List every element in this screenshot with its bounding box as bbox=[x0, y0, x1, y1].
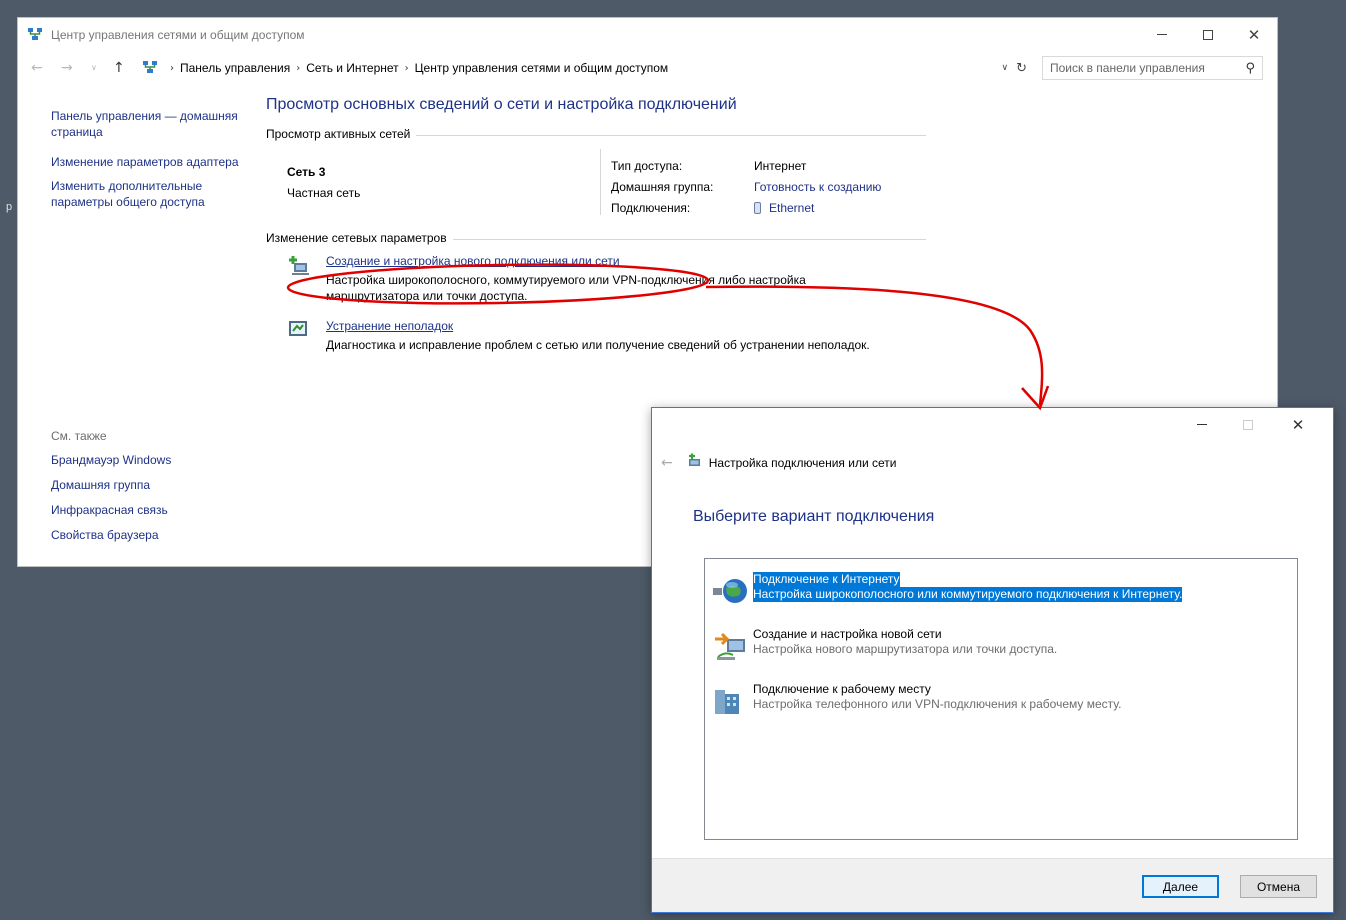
see-also-homegroup-link[interactable]: Домашняя группа bbox=[51, 478, 171, 493]
connections-label: Подключения: bbox=[611, 200, 691, 215]
network-name: Сеть 3 bbox=[287, 165, 326, 179]
wizard-back-arrow-icon[interactable]: ← bbox=[661, 455, 673, 471]
connection-options-list: Подключение к Интернету Настройка широко… bbox=[704, 558, 1298, 840]
wizard-minimize-button[interactable] bbox=[1179, 408, 1225, 441]
wizard-maximize-button bbox=[1225, 408, 1271, 441]
new-network-icon bbox=[713, 631, 749, 666]
ethernet-link-label: Ethernet bbox=[769, 200, 815, 215]
search-icon[interactable]: ⚲ bbox=[1245, 61, 1255, 76]
page-title: Просмотр основных сведений о сети и наст… bbox=[266, 96, 737, 113]
homegroup-link[interactable]: Готовность к созданию bbox=[754, 180, 881, 194]
new-connection-description: Настройка широкополосного, коммутируемог… bbox=[326, 273, 806, 303]
network-divider bbox=[600, 149, 601, 215]
wizard-title: Настройка подключения или сети bbox=[708, 455, 897, 470]
network-properties: Тип доступа: Интернет Домашняя группа: Г… bbox=[611, 155, 881, 218]
option-internet-description: Настройка широкополосного или коммутируе… bbox=[753, 587, 1183, 602]
option-internet-text: Подключение к Интернету Настройка широко… bbox=[753, 572, 1183, 602]
change-settings-header: Изменение сетевых параметров bbox=[266, 231, 447, 245]
task-troubleshoot: Устранение неполадок Диагностика и испра… bbox=[266, 319, 926, 353]
troubleshoot-icon bbox=[288, 319, 308, 342]
search-box: ⚲ bbox=[1042, 56, 1263, 80]
see-also-firewall-link[interactable]: Брандмауэр Windows bbox=[51, 453, 171, 468]
new-connection-link[interactable]: Создание и настройка нового подключения … bbox=[326, 254, 926, 269]
group-divider bbox=[452, 238, 926, 240]
window-title: Центр управления сетями и общим доступом bbox=[51, 28, 305, 42]
control-panel-icon bbox=[142, 59, 158, 78]
ethernet-plug-icon bbox=[754, 201, 761, 214]
minimize-button[interactable] bbox=[1139, 18, 1185, 51]
breadcrumb-separator-icon: › bbox=[296, 62, 301, 74]
task-new-connection: Создание и настройка нового подключения … bbox=[266, 254, 926, 304]
sidebar-link-home[interactable]: Панель управления — домашняя страница bbox=[51, 108, 241, 140]
breadcrumb-control-panel[interactable]: Панель управления bbox=[180, 61, 290, 75]
search-input[interactable] bbox=[1050, 61, 1230, 75]
workplace-building-icon bbox=[713, 686, 749, 721]
desktop-stray-glyph: р bbox=[6, 201, 13, 213]
troubleshoot-link[interactable]: Устранение неполадок bbox=[326, 319, 926, 334]
option-workplace-title: Подключение к рабочему месту bbox=[753, 682, 931, 696]
access-type-value: Интернет bbox=[754, 158, 807, 173]
option-workplace-description: Настройка телефонного или VPN-подключени… bbox=[753, 697, 1122, 711]
breadcrumb-network-center[interactable]: Центр управления сетями и общим доступом bbox=[415, 61, 669, 75]
close-button[interactable]: ✕ bbox=[1231, 18, 1277, 51]
address-field[interactable]: › Панель управления › Сеть и Интернет › … bbox=[138, 56, 1034, 80]
group-divider bbox=[416, 134, 926, 136]
active-networks-header: Просмотр активных сетей bbox=[266, 127, 411, 141]
access-type-label: Тип доступа: bbox=[611, 158, 683, 173]
wizard-footer: Далее Отмена bbox=[652, 858, 1333, 912]
address-dropdown-icon[interactable]: ∨ bbox=[1002, 63, 1009, 73]
sidebar-link-sharing-settings[interactable]: Изменить дополнительные параметры общего… bbox=[51, 178, 241, 210]
next-button[interactable]: Далее bbox=[1142, 875, 1219, 898]
wizard-heading: Выберите вариант подключения bbox=[693, 508, 935, 525]
network-type-link[interactable]: Частная сеть bbox=[287, 186, 360, 200]
see-also-browser-properties-link[interactable]: Свойства браузера bbox=[51, 528, 171, 543]
wizard-close-button[interactable]: ✕ bbox=[1275, 408, 1321, 441]
new-connection-icon bbox=[288, 254, 310, 279]
see-also-infrared-link[interactable]: Инфракрасная связь bbox=[51, 503, 171, 518]
option-new-network-text: Создание и настройка новой сети Настройк… bbox=[753, 627, 1057, 657]
title-bar: Центр управления сетями и общим доступом… bbox=[18, 18, 1277, 51]
maximize-button[interactable] bbox=[1185, 18, 1231, 51]
connection-wizard-window: ✕ ← Настройка подключения или сети Выбер… bbox=[651, 407, 1334, 913]
option-workplace-text: Подключение к рабочему месту Настройка т… bbox=[753, 682, 1121, 712]
sidebar: Панель управления — домашняя страница Из… bbox=[51, 108, 241, 210]
sidebar-link-adapter-settings[interactable]: Изменение параметров адаптера bbox=[51, 154, 241, 170]
network-center-icon bbox=[27, 26, 43, 45]
breadcrumb-separator-icon: › bbox=[404, 62, 409, 74]
see-also-header: См. также bbox=[51, 429, 107, 443]
cancel-button[interactable]: Отмена bbox=[1240, 875, 1317, 898]
address-bar: ← → ∨ ↑ › Панель управления › Сеть и Инт… bbox=[18, 51, 1277, 89]
ethernet-connection-link[interactable]: Ethernet bbox=[754, 201, 814, 215]
wizard-network-icon bbox=[687, 453, 703, 472]
refresh-icon[interactable]: ↻ bbox=[1016, 61, 1027, 76]
breadcrumb-network-internet[interactable]: Сеть и Интернет bbox=[306, 61, 398, 75]
option-new-network-description: Настройка нового маршрутизатора или точк… bbox=[753, 642, 1058, 656]
active-networks-group: Просмотр активных сетей bbox=[266, 127, 926, 141]
change-settings-group: Изменение сетевых параметров bbox=[266, 231, 926, 245]
wizard-header: ← Настройка подключения или сети bbox=[661, 453, 896, 472]
up-arrow-icon[interactable]: ↑ bbox=[113, 60, 125, 76]
active-network-card: Сеть 3 Частная сеть Тип доступа: Интерне… bbox=[266, 141, 926, 231]
homegroup-label: Домашняя группа: bbox=[611, 179, 714, 194]
option-internet-title: Подключение к Интернету bbox=[753, 572, 900, 587]
globe-icon bbox=[713, 576, 749, 609]
recent-locations-chevron-icon[interactable]: ∨ bbox=[91, 63, 97, 72]
back-arrow-icon[interactable]: ← bbox=[31, 60, 43, 76]
option-new-network-title: Создание и настройка новой сети bbox=[753, 627, 942, 641]
troubleshoot-description: Диагностика и исправление проблем с сеть… bbox=[326, 338, 870, 352]
breadcrumb-separator-icon: › bbox=[170, 62, 174, 74]
main-content: Просмотр основных сведений о сети и наст… bbox=[266, 96, 926, 353]
see-also-section: См. также Брандмауэр Windows Домашняя гр… bbox=[51, 429, 171, 553]
forward-arrow-icon[interactable]: → bbox=[61, 60, 73, 76]
